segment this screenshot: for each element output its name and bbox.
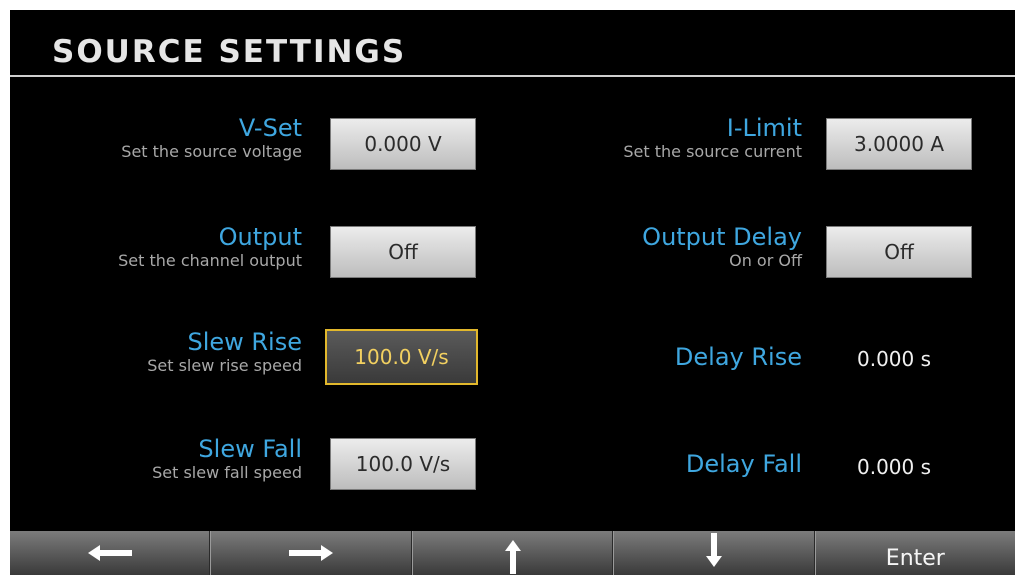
v-set-label-group: V-Set Set the source voltage bbox=[10, 114, 302, 162]
page-title: SOURCE SETTINGS bbox=[52, 34, 407, 70]
delay-rise-label: Delay Rise bbox=[674, 343, 802, 371]
title-divider bbox=[10, 75, 1015, 77]
delay-fall-value: 0.000 s bbox=[857, 455, 932, 479]
slew-fall-label-group: Slew Fall Set slew fall speed bbox=[10, 435, 302, 483]
output-delay-label-group: Output Delay On or Off bbox=[502, 223, 802, 271]
delay-rise-label-group: Delay Rise bbox=[502, 343, 802, 371]
slew-fall-button[interactable]: 100.0 V/s bbox=[330, 438, 476, 490]
arrow-down-icon bbox=[705, 533, 722, 567]
slew-rise-button[interactable]: 100.0 V/s bbox=[325, 329, 478, 385]
softkey-enter[interactable]: Enter bbox=[814, 531, 1015, 575]
enter-label: Enter bbox=[885, 545, 945, 571]
v-set-button[interactable]: 0.000 V bbox=[330, 118, 476, 170]
softkey-right[interactable] bbox=[210, 531, 412, 575]
arrow-right-icon bbox=[289, 545, 334, 561]
delay-fall-label: Delay Fall bbox=[685, 450, 802, 478]
arrow-up-icon bbox=[504, 540, 521, 574]
output-delay-description: On or Off bbox=[729, 251, 802, 270]
output-button[interactable]: Off bbox=[330, 226, 476, 278]
v-set-description: Set the source voltage bbox=[121, 142, 302, 161]
slew-rise-label-group: Slew Rise Set slew rise speed bbox=[10, 328, 302, 376]
output-delay-button[interactable]: Off bbox=[826, 226, 972, 278]
v-set-label: V-Set bbox=[238, 114, 302, 142]
output-label-group: Output Set the channel output bbox=[10, 223, 302, 271]
output-description: Set the channel output bbox=[118, 251, 302, 270]
arrow-left-icon bbox=[87, 545, 132, 561]
softkey-bar: Enter bbox=[10, 531, 1015, 575]
i-limit-label: I-Limit bbox=[726, 114, 802, 142]
output-label: Output bbox=[218, 223, 302, 251]
output-delay-label: Output Delay bbox=[642, 223, 802, 251]
slew-fall-description: Set slew fall speed bbox=[152, 463, 302, 482]
i-limit-button[interactable]: 3.0000 A bbox=[826, 118, 972, 170]
softkey-left[interactable] bbox=[10, 531, 211, 575]
slew-rise-description: Set slew rise speed bbox=[147, 356, 302, 375]
slew-rise-label: Slew Rise bbox=[187, 328, 302, 356]
instrument-screen: SOURCE SETTINGS V-Set Set the source vol… bbox=[10, 10, 1015, 575]
softkey-down[interactable] bbox=[613, 531, 815, 575]
delay-rise-value: 0.000 s bbox=[857, 347, 932, 371]
i-limit-label-group: I-Limit Set the source current bbox=[502, 114, 802, 162]
i-limit-description: Set the source current bbox=[623, 142, 802, 161]
softkey-up[interactable] bbox=[411, 531, 614, 575]
delay-fall-label-group: Delay Fall bbox=[502, 450, 802, 478]
slew-fall-label: Slew Fall bbox=[198, 435, 302, 463]
